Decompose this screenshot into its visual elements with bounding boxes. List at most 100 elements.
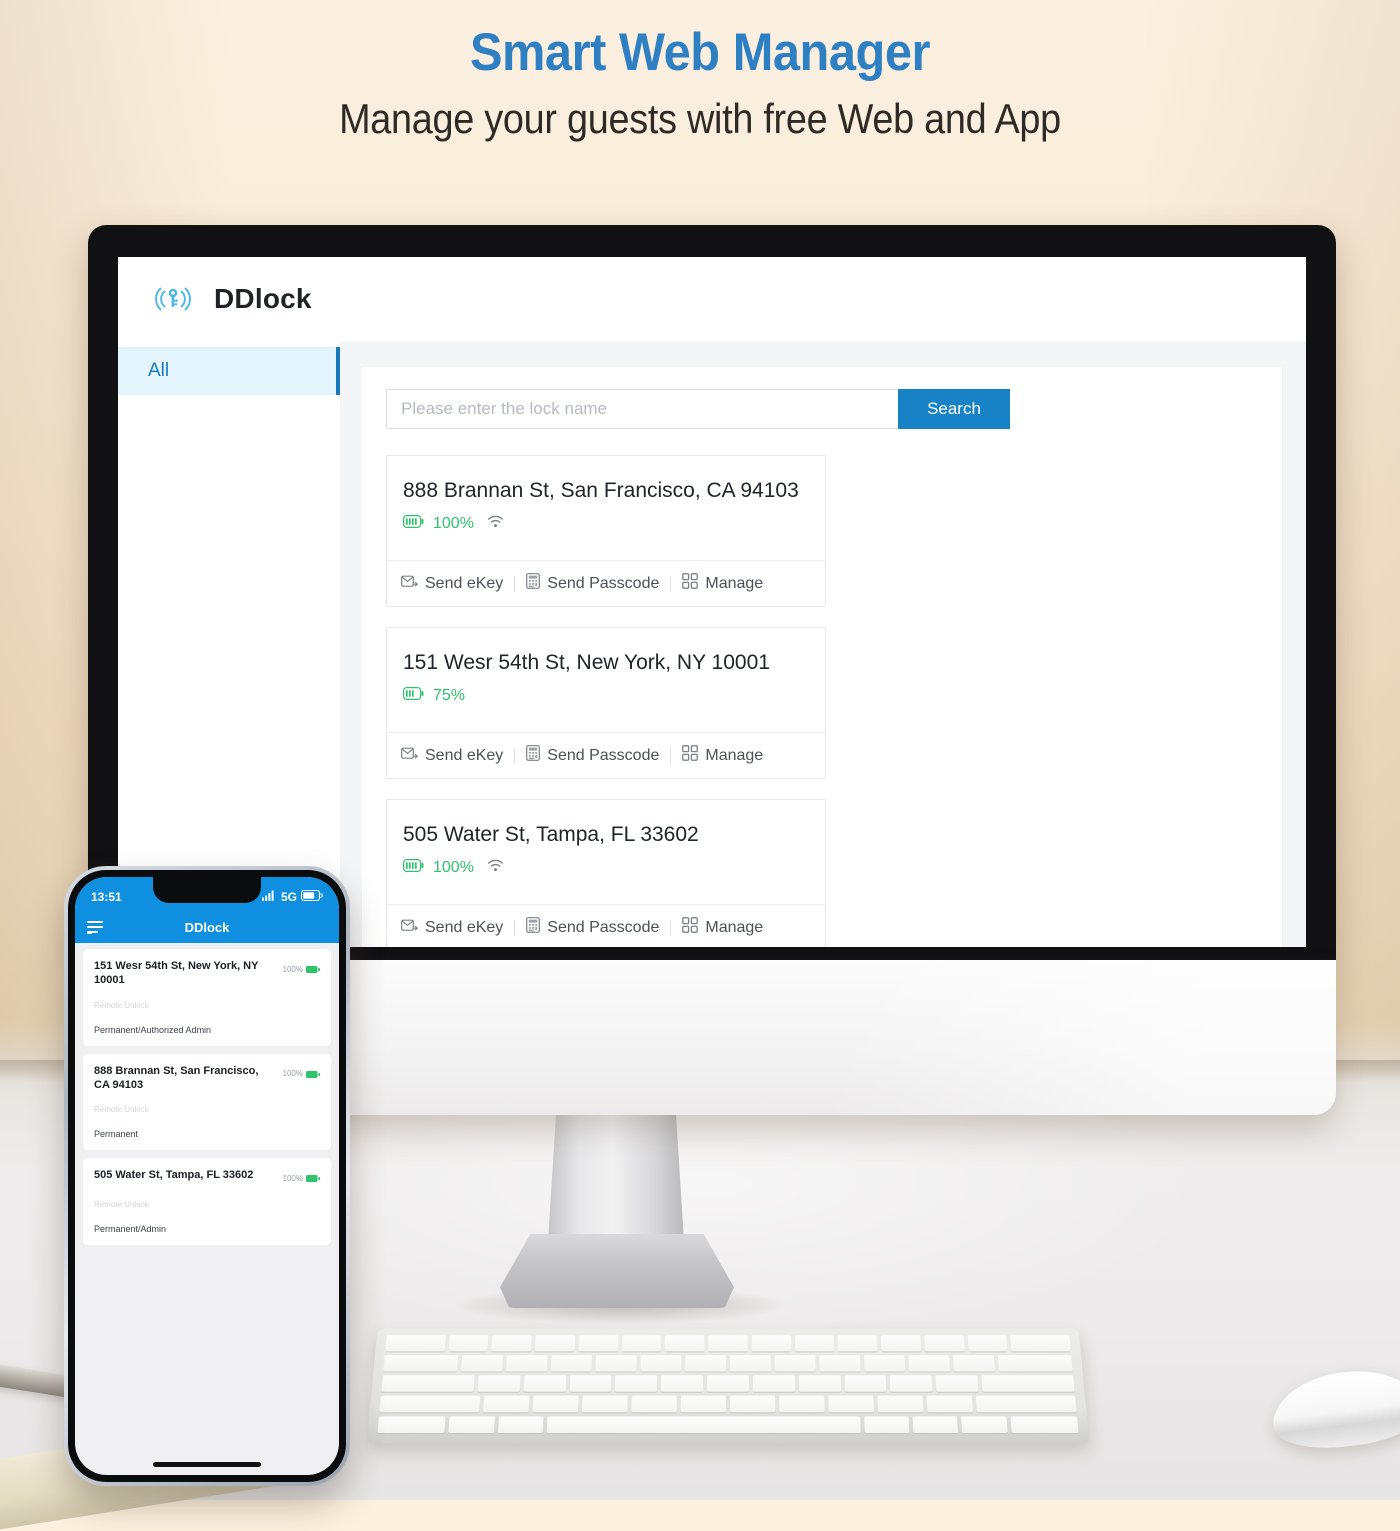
key [1010, 1416, 1079, 1434]
phone-nav-title: DDlock [184, 919, 230, 935]
search-input[interactable] [386, 389, 898, 429]
key [877, 1395, 924, 1413]
lock-card[interactable]: 888 Brannan St, San Francisco, CA 94103 [386, 455, 826, 607]
send-passcode-label: Send Passcode [547, 746, 660, 764]
manage-grid-icon [682, 745, 699, 766]
phone-screen: 13:51 5G DDlock 151 Wesr 54th St, New Yo… [75, 877, 339, 1475]
keyboard-row [381, 1375, 1075, 1392]
key [460, 1355, 503, 1372]
send-ekey-button[interactable]: Send eKey [401, 574, 514, 594]
key [1010, 1335, 1071, 1352]
manage-button[interactable]: Manage [671, 745, 774, 766]
battery-percent: 100% [433, 515, 474, 533]
content-area: Search 888 Brannan St, San Francisco, CA… [340, 341, 1306, 947]
keyboard-row [383, 1355, 1073, 1372]
list-item[interactable]: 151 Wesr 54th St, New York, NY 10001 100… [83, 949, 331, 1046]
send-passcode-button[interactable]: Send Passcode [515, 573, 670, 594]
key [730, 1355, 771, 1372]
sidebar: All [118, 341, 340, 947]
lock-card[interactable]: 505 Water St, Tampa, FL 33602 100% Send … [386, 799, 826, 947]
lock-status-row: 100% [403, 515, 809, 533]
key [794, 1335, 835, 1352]
lock-name: 505 Water St, Tampa, FL 33602 [403, 823, 699, 846]
manage-label: Manage [705, 918, 764, 936]
key [819, 1355, 861, 1372]
key [961, 1416, 1008, 1434]
key [505, 1355, 548, 1372]
send-passcode-button[interactable]: Send Passcode [515, 917, 670, 938]
manage-grid-icon [682, 917, 699, 938]
key [640, 1355, 682, 1372]
monitor-stand-base [500, 1234, 734, 1308]
key [523, 1375, 567, 1392]
search-bar: Search [386, 389, 1258, 429]
battery-percent: 100% [282, 964, 303, 974]
send-ekey-icon [401, 746, 419, 766]
battery-icon [403, 687, 424, 705]
manage-button[interactable]: Manage [671, 917, 774, 938]
send-passcode-button[interactable]: Send Passcode [515, 745, 670, 766]
phone-lock-name: 505 Water St, Tampa, FL 33602 [94, 1169, 254, 1182]
key [779, 1395, 825, 1413]
send-ekey-button[interactable]: Send eKey [401, 746, 514, 766]
app-brand-name: DDlock [214, 283, 312, 314]
search-button[interactable]: Search [898, 389, 1010, 429]
list-item[interactable]: 888 Brannan St, San Francisco, CA 94103 … [83, 1053, 331, 1151]
signal-bars-icon [261, 890, 277, 904]
key [615, 1375, 658, 1392]
send-passcode-label: Send Passcode [547, 574, 660, 592]
phone-body: 13:51 5G DDlock 151 Wesr 54th St, New Yo… [68, 870, 346, 1482]
send-ekey-icon [401, 574, 419, 594]
send-passcode-icon [526, 573, 541, 594]
key [477, 1375, 521, 1392]
key [385, 1335, 446, 1352]
phone-lock-feature: Remote Unlock [94, 1200, 149, 1210]
list-item[interactable]: 505 Water St, Tampa, FL 33602 100% Remot… [83, 1158, 331, 1246]
send-ekey-label: Send eKey [425, 746, 504, 764]
phone-home-indicator[interactable] [153, 1462, 261, 1467]
manage-grid-icon [682, 573, 699, 594]
keyboard-row [385, 1335, 1071, 1352]
key [889, 1375, 933, 1392]
battery-icon [306, 1065, 320, 1083]
lock-card-actions: Send eKey Send Passcode Manage [387, 904, 825, 947]
key [953, 1355, 996, 1372]
manage-label: Manage [705, 746, 764, 764]
key [377, 1416, 446, 1434]
key [863, 1355, 906, 1372]
battery-percent: 100% [433, 859, 474, 877]
battery-icon [403, 859, 424, 877]
phone-lock-feature: Remote Unlock [94, 1105, 149, 1115]
key [997, 1355, 1073, 1372]
headline-block: Smart Web Manager Manage your guests wit… [0, 22, 1400, 143]
battery-icon [306, 1169, 320, 1187]
key [908, 1355, 951, 1372]
lock-name: 888 Brannan St, San Francisco, CA 94103 [403, 479, 799, 502]
phone-battery-group: 100% [283, 959, 320, 978]
key [981, 1375, 1075, 1392]
app-body: All Search 888 Brann [118, 341, 1306, 947]
key [844, 1375, 887, 1392]
key [935, 1375, 979, 1392]
lock-cards-grid: 888 Brannan St, San Francisco, CA 94103 [386, 455, 1258, 947]
phone-nav-bar: DDlock [75, 911, 339, 943]
key [595, 1355, 637, 1372]
lock-card[interactable]: 151 Wesr 54th St, New York, NY 10001 75%… [386, 627, 826, 779]
keyboard[interactable] [366, 1328, 1090, 1444]
manage-button[interactable]: Manage [671, 573, 774, 594]
key [685, 1355, 727, 1372]
key [491, 1335, 532, 1352]
phone-lock-role: Permanent/Authorized Admin [94, 1024, 212, 1035]
key [550, 1355, 593, 1372]
wifi-icon [487, 515, 504, 533]
send-ekey-button[interactable]: Send eKey [401, 918, 514, 938]
key [448, 1335, 489, 1352]
battery-percent: 100% [282, 1173, 303, 1183]
key [924, 1335, 965, 1352]
key [912, 1416, 959, 1434]
key [631, 1395, 677, 1413]
sidebar-item-all[interactable]: All [118, 347, 340, 395]
lock-card-main: 151 Wesr 54th St, New York, NY 10001 75% [387, 628, 825, 732]
phone-item-header: 505 Water St, Tampa, FL 33602 100% [94, 1168, 320, 1187]
send-passcode-label: Send Passcode [547, 918, 660, 936]
